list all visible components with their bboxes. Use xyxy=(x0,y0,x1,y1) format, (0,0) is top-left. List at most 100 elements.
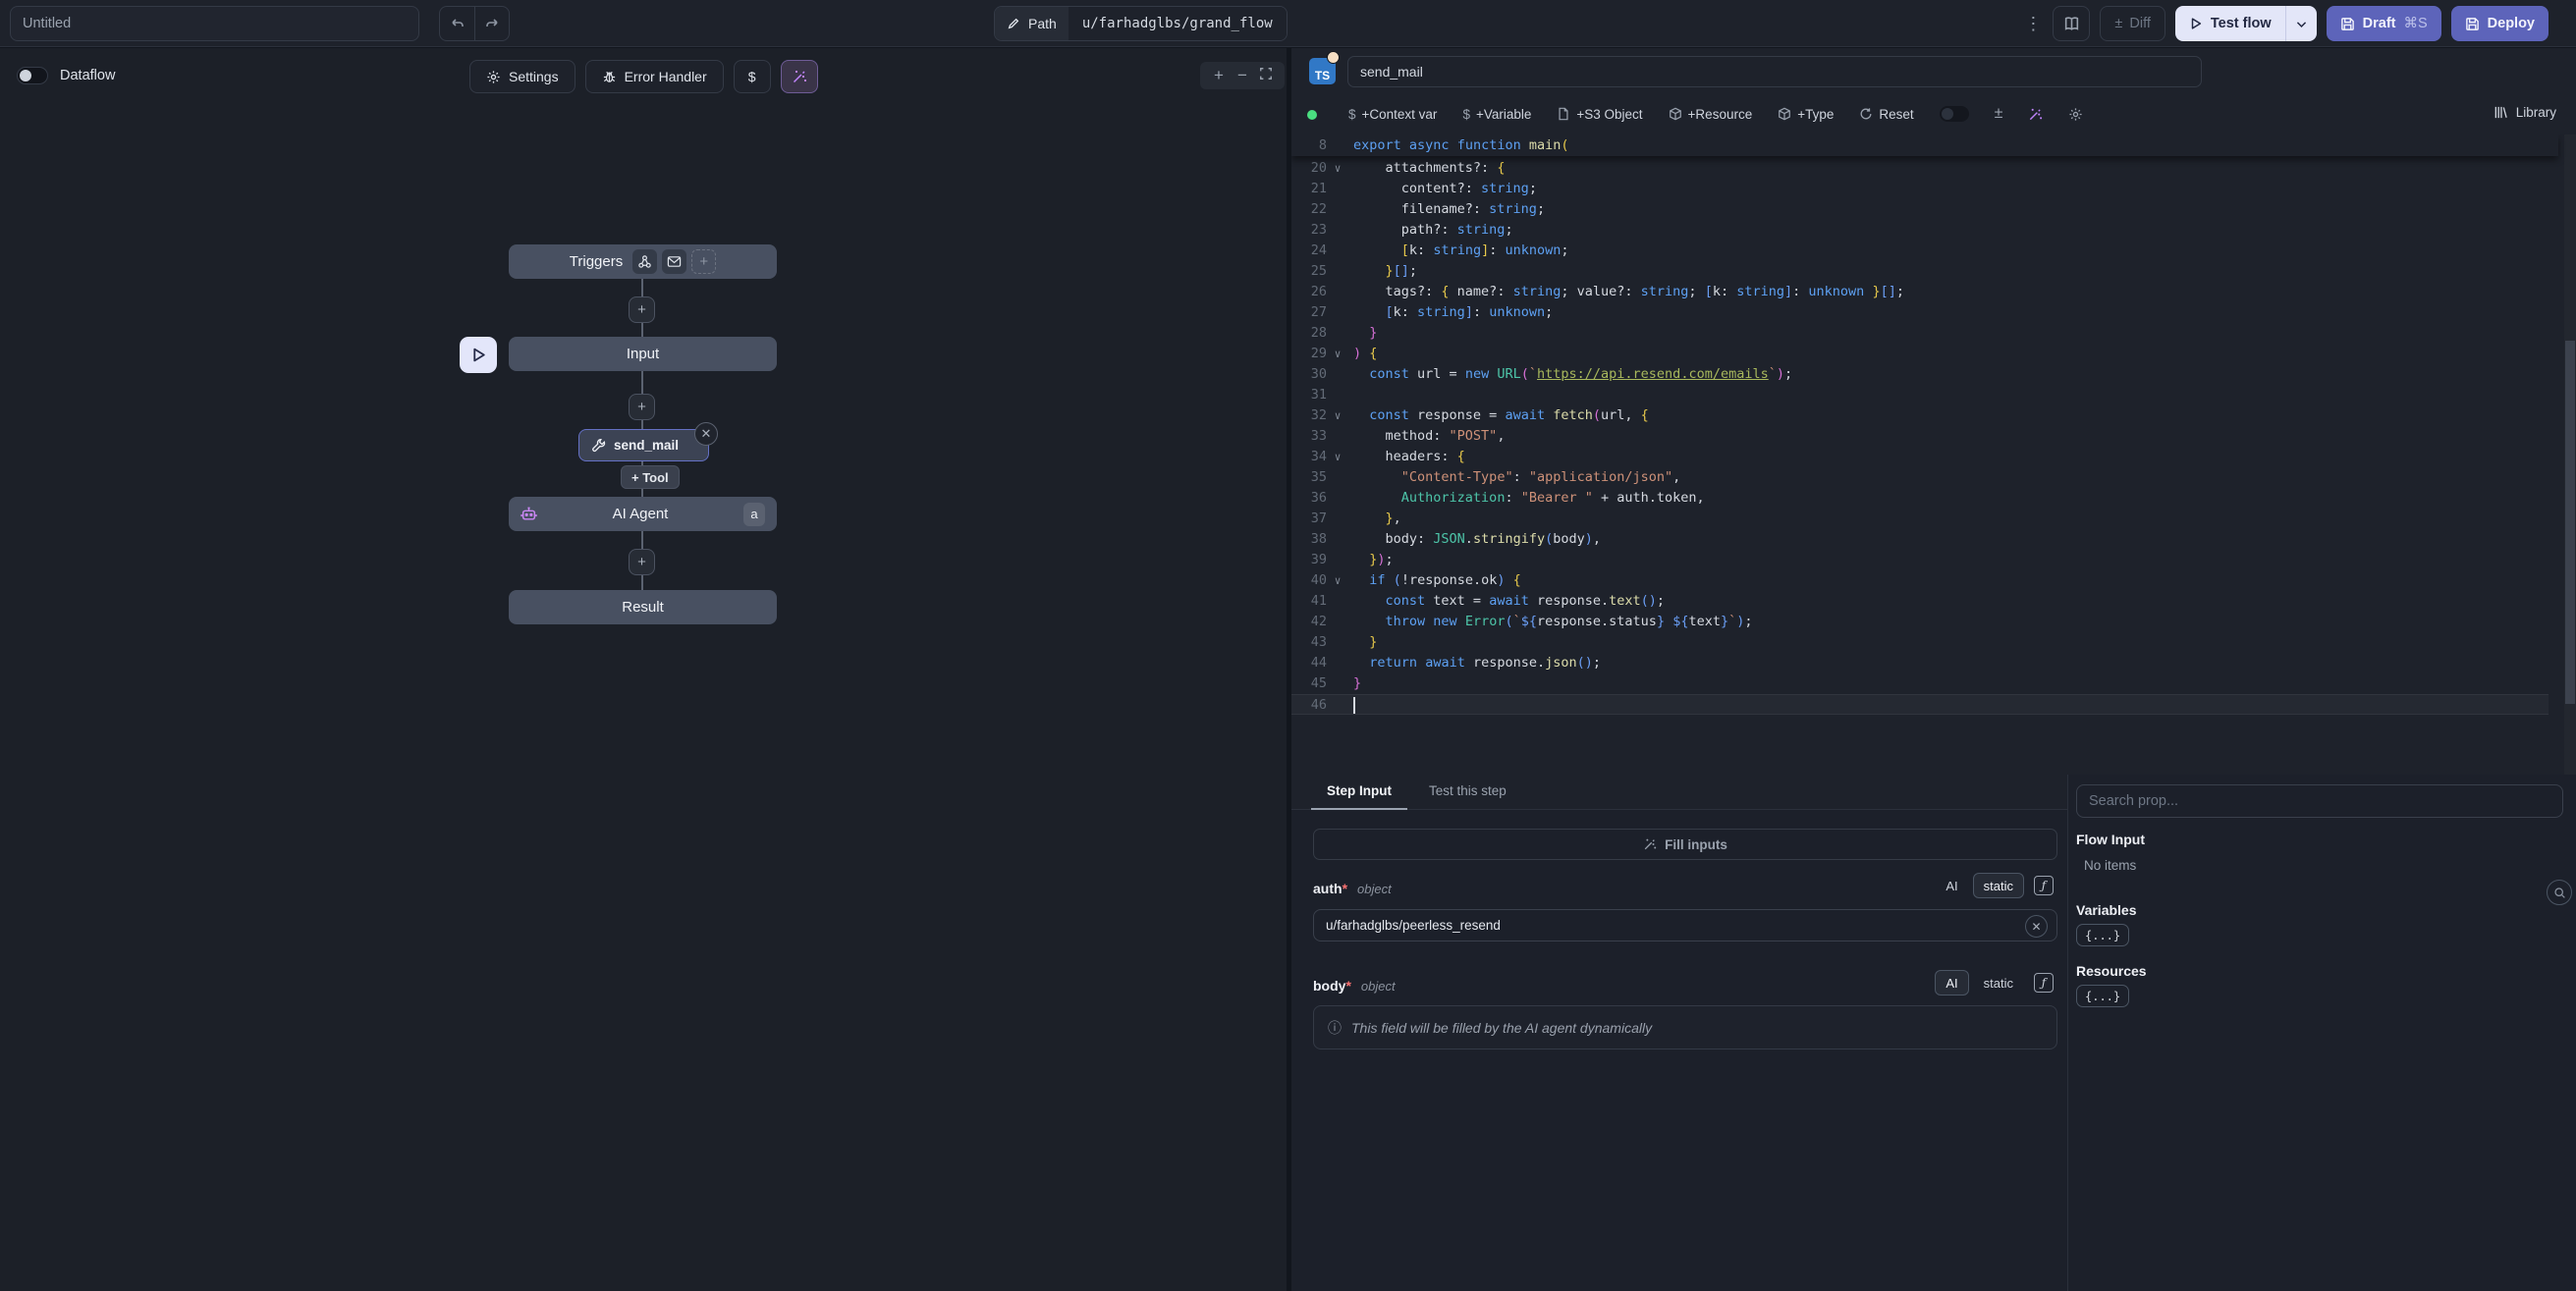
zoom-in-button[interactable]: + xyxy=(1208,66,1230,85)
remove-tool-button[interactable]: ✕ xyxy=(694,422,718,446)
code-line-40[interactable]: 40∨ if (!response.ok) { xyxy=(1291,570,2549,591)
send-mail-tool-node[interactable]: send_mail xyxy=(578,429,709,461)
step-editor-panel: TS send_mail tag bun Save to workspace $… xyxy=(1291,48,2576,1291)
add-s3-object-button[interactable]: +S3 Object xyxy=(1557,107,1642,122)
editor-scrollbar[interactable] xyxy=(2564,134,2576,775)
code-line-27[interactable]: 27 [k: string]: unknown; xyxy=(1291,302,2549,323)
triggers-node[interactable]: Triggers + xyxy=(509,244,777,279)
webhook-trigger-button[interactable] xyxy=(632,249,657,274)
code-line-38[interactable]: 38 body: JSON.stringify(body), xyxy=(1291,529,2549,550)
add-type-button[interactable]: +Type xyxy=(1778,107,1834,122)
code-line-26[interactable]: 26 tags?: { name?: string; value?: strin… xyxy=(1291,282,2549,302)
code-line-35[interactable]: 35 "Content-Type": "application/json", xyxy=(1291,467,2549,488)
body-expression-toggle[interactable]: ƒ xyxy=(2034,973,2054,993)
editor-settings-button[interactable] xyxy=(2068,107,2083,122)
code-line-33[interactable]: 33 method: "POST", xyxy=(1291,426,2549,447)
test-flow-button[interactable]: Test flow xyxy=(2175,6,2317,41)
insert-step-button[interactable]: + xyxy=(629,394,655,420)
diff-mode-toggle[interactable] xyxy=(1940,106,1969,122)
ai-agent-label: AI Agent xyxy=(537,506,743,522)
code-line-22[interactable]: 22 filename?: string; xyxy=(1291,199,2549,220)
info-icon: ⓘ xyxy=(1328,1018,1342,1038)
add-context-var-button[interactable]: $ +Context var xyxy=(1348,107,1437,122)
code-line-36[interactable]: 36 Authorization: "Bearer " + auth.token… xyxy=(1291,488,2549,509)
tab-test-this-step[interactable]: Test this step xyxy=(1429,775,1507,810)
code-line-29[interactable]: 29∨) { xyxy=(1291,344,2549,364)
deploy-button[interactable]: Deploy xyxy=(2451,6,2549,41)
ai-assist-button[interactable] xyxy=(2028,107,2043,122)
search-prop-input[interactable]: Search prop... xyxy=(2076,784,2563,818)
add-resource-button[interactable]: +Resource xyxy=(1669,107,1753,122)
variables-object-chip[interactable]: {...} xyxy=(2076,924,2129,946)
email-trigger-button[interactable] xyxy=(662,249,686,274)
body-ai-option[interactable]: AI xyxy=(1935,970,1968,995)
reset-code-button[interactable]: Reset xyxy=(1859,107,1913,122)
code-line-23[interactable]: 23 path?: string; xyxy=(1291,220,2549,241)
ai-agent-node[interactable]: AI Agent a xyxy=(509,497,777,531)
format-button[interactable]: ± xyxy=(1995,105,2003,123)
code-line-46[interactable]: 46 xyxy=(1291,694,2549,715)
ai-wand-button[interactable] xyxy=(781,60,818,93)
add-variable-button[interactable]: $ +Variable xyxy=(1462,107,1531,122)
dataflow-toggle[interactable] xyxy=(17,67,48,84)
result-node[interactable]: Result xyxy=(509,590,777,624)
code-line-43[interactable]: 43 } xyxy=(1291,632,2549,653)
assets-button[interactable]: $ xyxy=(734,60,771,93)
undo-redo-group xyxy=(439,6,510,41)
code-line-31[interactable]: 31 xyxy=(1291,385,2549,405)
wand-icon xyxy=(1643,837,1657,851)
agent-badge[interactable]: a xyxy=(743,503,765,526)
auth-expression-toggle[interactable]: ƒ xyxy=(2034,876,2054,895)
library-button[interactable]: Library xyxy=(2494,105,2556,120)
code-line-45[interactable]: 45} xyxy=(1291,673,2549,694)
add-tool-button[interactable]: + Tool xyxy=(621,465,680,489)
draft-button[interactable]: Draft ⌘S xyxy=(2327,6,2441,41)
path-editor[interactable]: Path u/farhadglbs/grand_flow xyxy=(994,6,1288,41)
diff-button[interactable]: ± Diff xyxy=(2100,6,2165,41)
body-static-option[interactable]: static xyxy=(1973,970,2024,995)
insert-step-button[interactable]: + xyxy=(629,549,655,575)
fullscreen-button[interactable] xyxy=(1255,66,1277,85)
tab-step-input[interactable]: Step Input xyxy=(1311,775,1407,810)
auth-ai-option[interactable]: AI xyxy=(1935,873,1968,898)
more-menu-button[interactable]: ⋮ xyxy=(2023,6,2043,41)
scrollbar-thumb[interactable] xyxy=(2565,341,2575,704)
code-line-37[interactable]: 37 }, xyxy=(1291,509,2549,529)
book-icon xyxy=(2063,16,2080,32)
error-handler-button[interactable]: Error Handler xyxy=(585,60,724,93)
auth-resource-input[interactable]: u/farhadglbs/peerless_resend ✕ xyxy=(1313,909,2057,941)
code-line-28[interactable]: 28 } xyxy=(1291,323,2549,344)
clear-auth-button[interactable]: ✕ xyxy=(2025,915,2048,938)
dollar-icon: $ xyxy=(1462,107,1470,122)
code-line-39[interactable]: 39 }); xyxy=(1291,550,2549,570)
prop-picker-button[interactable] xyxy=(2547,880,2572,905)
docs-button[interactable] xyxy=(2053,6,2090,41)
code-line-44[interactable]: 44 return await response.json(); xyxy=(1291,653,2549,673)
code-line-34[interactable]: 34∨ headers: { xyxy=(1291,447,2549,467)
undo-button[interactable] xyxy=(440,7,474,40)
run-input-button[interactable] xyxy=(460,337,497,373)
zoom-out-button[interactable]: − xyxy=(1232,66,1253,85)
body-mode-toggle: AI static ƒ xyxy=(1935,970,2054,995)
code-line-20[interactable]: 20∨ attachments?: { xyxy=(1291,158,2549,179)
code-line-42[interactable]: 42 throw new Error(`${response.status} $… xyxy=(1291,612,2549,632)
fill-inputs-button[interactable]: Fill inputs xyxy=(1313,829,2057,860)
auth-static-option[interactable]: static xyxy=(1973,873,2024,898)
redo-button[interactable] xyxy=(474,7,509,40)
resources-object-chip[interactable]: {...} xyxy=(2076,985,2129,1007)
insert-step-button[interactable]: + xyxy=(629,296,655,323)
input-node[interactable]: Input xyxy=(509,337,777,371)
close-icon: ✕ xyxy=(701,426,712,442)
settings-button[interactable]: Settings xyxy=(469,60,575,93)
add-trigger-button[interactable]: + xyxy=(691,249,716,274)
flow-name-input[interactable]: Untitled xyxy=(10,6,419,41)
code-line-41[interactable]: 41 const text = await response.text(); xyxy=(1291,591,2549,612)
test-flow-dropdown[interactable] xyxy=(2285,6,2317,41)
code-line-25[interactable]: 25 }[]; xyxy=(1291,261,2549,282)
code-line-21[interactable]: 21 content?: string; xyxy=(1291,179,2549,199)
code-line-30[interactable]: 30 const url = new URL(`https://api.rese… xyxy=(1291,364,2549,385)
step-name-input[interactable]: send_mail xyxy=(1347,56,2202,87)
code-editor[interactable]: 20∨ attachments?: {21 content?: string;2… xyxy=(1291,134,2576,775)
code-line-32[interactable]: 32∨ const response = await fetch(url, { xyxy=(1291,405,2549,426)
code-line-24[interactable]: 24 [k: string]: unknown; xyxy=(1291,241,2549,261)
